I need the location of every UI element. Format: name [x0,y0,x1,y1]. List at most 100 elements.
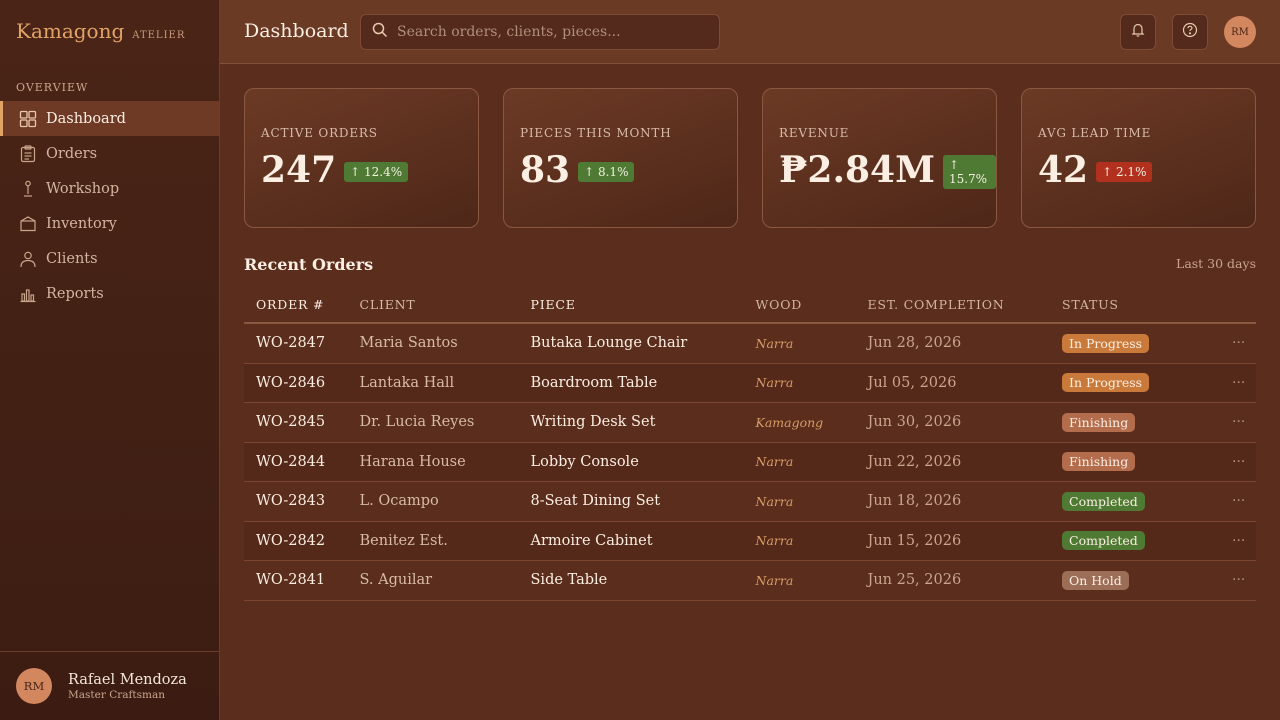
table-row[interactable]: WO-2846 Lantaka Hall Boardroom Table Narra J… [244,363,1256,403]
status-badge: In Progress [1062,373,1150,393]
table-header: ORDER # CLIENT PIECE WOOD EST. COMPLETIO… [244,286,1256,324]
sidebar-item-reports[interactable]: Reports [0,276,219,311]
wood-type: Narra [755,375,794,391]
stat-card-avg-lead-time: AVG LEAD TIME 42 ↑ 2.1% [1021,88,1256,228]
stat-value: 83 [520,149,571,191]
table-row[interactable]: WO-2842 Benitez Est. Armoire Cabinet Narra J… [244,521,1256,561]
page-title: Dashboard [244,20,349,42]
column-header[interactable]: EST. COMPLETION [868,297,1063,312]
status-badge: In Progress [1062,333,1150,353]
piece-name: 8-Seat Dining Set [530,493,661,510]
row-menu-icon[interactable]: ··· [1232,454,1256,470]
sidebar-item-orders[interactable]: Orders [0,136,219,171]
column-header[interactable]: ORDER # [244,297,360,312]
row-menu-icon[interactable]: ··· [1232,335,1256,351]
sidebar-item-label: Clients [46,250,98,267]
order-id: WO-2844 [256,453,326,470]
help-icon [1182,22,1198,42]
sidebar: Kamagong ATELIER OVERVIEW Dashboard Orde… [0,0,220,720]
grid-icon [19,110,37,128]
stat-label: AVG LEAD TIME [1038,126,1152,140]
stat-card-revenue: REVENUE ₱2.84M ↑ 15.7% [762,88,997,228]
wood-type: Narra [755,572,794,588]
table-row[interactable]: WO-2844 Harana House Lobby Console Narra Jun… [244,442,1256,482]
piece-name: Side Table [530,572,608,589]
stat-label: PIECES THIS MONTH [520,126,672,140]
status-badge: Finishing [1062,452,1136,472]
sidebar-item-label: Dashboard [46,110,126,127]
user-profile[interactable]: RM Rafael Mendoza Master Craftsman [0,651,219,720]
stat-card-pieces-this-month: PIECES THIS MONTH 83 ↑ 8.1% [503,88,738,228]
row-menu-icon[interactable]: ··· [1232,572,1256,588]
bar-chart-icon [19,285,37,303]
header-avatar[interactable]: RM [1224,16,1256,48]
table-body: WO-2847 Maria Santos Butaka Lounge Chair Na… [244,324,1256,601]
order-id: WO-2841 [256,572,326,589]
piece-name: Lobby Console [530,453,639,470]
wood-type: Narra [755,493,794,509]
client-name: S. Aguilar [359,572,433,589]
sidebar-item-label: Reports [46,285,104,302]
piece-name: Armoire Cabinet [530,532,653,549]
sidebar-item-dashboard[interactable]: Dashboard [0,101,219,136]
column-header[interactable]: STATUS [1062,297,1232,312]
column-header[interactable]: WOOD [756,297,868,312]
row-menu-icon[interactable]: ··· [1232,533,1256,549]
trend-badge: ↑ 15.7% [942,155,996,189]
sidebar-item-label: Workshop [46,180,120,197]
piece-name: Boardroom Table [530,374,658,391]
table-row[interactable]: WO-2843 L. Ocampo 8-Seat Dining Set Narra Ju… [244,482,1256,522]
user-role: Master Craftsman [68,688,165,701]
est-completion: Jun 25, 2026 [867,572,962,589]
user-name: Rafael Mendoza [68,671,187,688]
client-name: Dr. Lucia Reyes [359,414,475,431]
sidebar-item-inventory[interactable]: Inventory [0,206,219,241]
row-menu-icon[interactable]: ··· [1232,414,1256,430]
wood-type: Narra [755,454,794,470]
client-name: Lantaka Hall [359,374,455,391]
sidebar-item-clients[interactable]: Clients [0,241,219,276]
piece-name: Butaka Lounge Chair [530,335,688,352]
status-badge: Completed [1062,491,1145,511]
order-id: WO-2847 [256,335,326,352]
client-name: Benitez Est. [359,532,448,549]
clipboard-icon [19,144,37,163]
order-id: WO-2846 [256,374,326,391]
est-completion: Jun 22, 2026 [867,453,962,470]
wood-type: Narra [755,533,794,549]
brand-name: Kamagong [16,19,125,43]
date-range[interactable]: Last 30 days [1176,256,1256,271]
avatar: RM [16,668,52,704]
sidebar-nav: Dashboard Orders Workshop Inventory Clie… [0,101,219,311]
chisel-icon [19,180,37,198]
order-id: WO-2843 [256,493,326,510]
orders-table: ORDER # CLIENT PIECE WOOD EST. COMPLETIO… [244,286,1256,601]
column-header[interactable]: CLIENT [360,297,531,312]
wood-type: Kamagong [755,414,824,430]
est-completion: Jun 28, 2026 [867,335,962,352]
stat-label: ACTIVE ORDERS [261,126,378,140]
sidebar-item-label: Orders [46,145,98,162]
table-row[interactable]: WO-2841 S. Aguilar Side Table Narra Jun 25, … [244,561,1256,601]
status-badge: On Hold [1062,570,1129,590]
help-button[interactable] [1172,14,1208,50]
top-header: Dashboard RM [220,0,1280,64]
box-icon [19,215,37,233]
trend-badge: ↑ 12.4% [344,162,409,182]
est-completion: Jun 15, 2026 [867,532,962,549]
table-row[interactable]: WO-2847 Maria Santos Butaka Lounge Chair Na… [244,324,1256,364]
piece-name: Writing Desk Set [530,414,656,431]
est-completion: Jun 30, 2026 [867,414,962,431]
row-menu-icon[interactable]: ··· [1232,493,1256,509]
stat-label: REVENUE [779,126,850,140]
sidebar-item-workshop[interactable]: Workshop [0,171,219,206]
row-menu-icon[interactable]: ··· [1232,375,1256,391]
notifications-button[interactable] [1120,14,1156,50]
search-box[interactable] [360,14,720,50]
wood-type: Narra [755,335,794,351]
search-input[interactable] [397,24,707,40]
column-header[interactable]: PIECE [531,297,756,312]
brand-logo[interactable]: Kamagong ATELIER [16,19,185,43]
table-row[interactable]: WO-2845 Dr. Lucia Reyes Writing Desk Set Ka… [244,403,1256,443]
client-name: L. Ocampo [359,493,439,510]
